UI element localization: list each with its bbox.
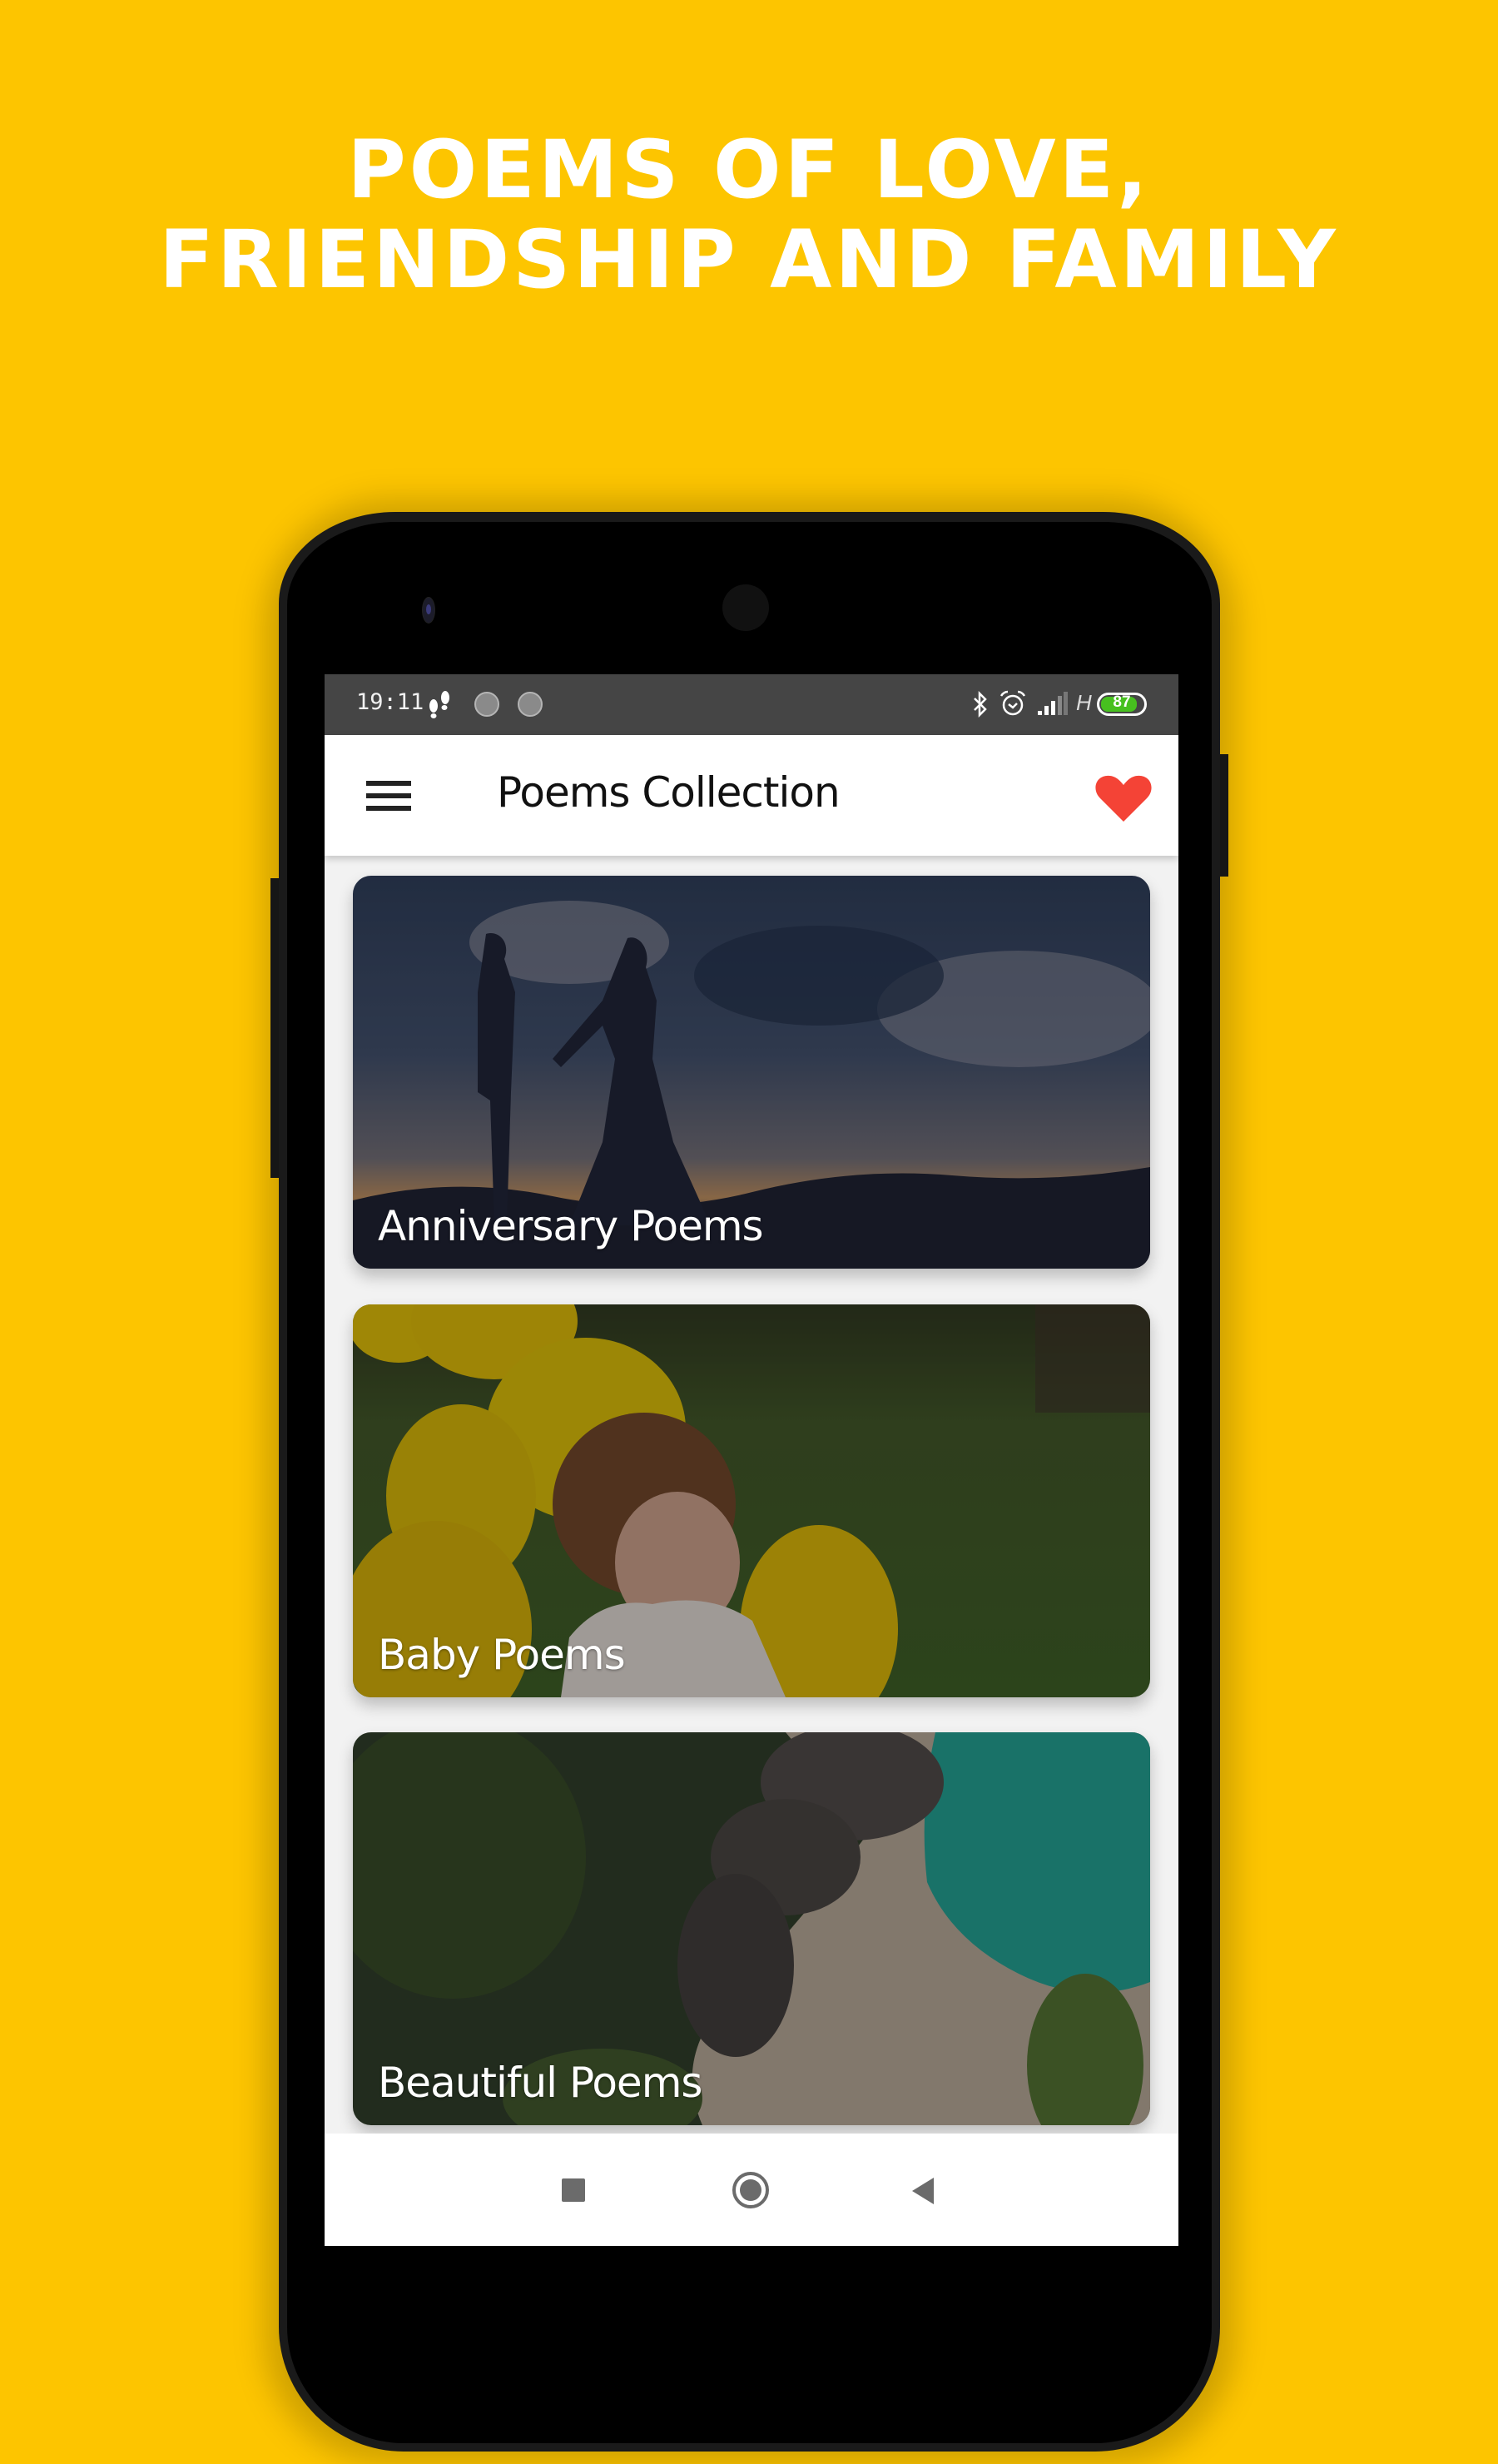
alarm-icon [999,690,1026,716]
category-label: Anniversary Poems [378,1202,764,1250]
battery-icon: 87 [1097,693,1147,716]
home-circle-icon[interactable] [732,2172,769,2208]
status-bar: 19:11 H 87 [325,674,1178,735]
category-card-beautiful[interactable]: Beautiful Poems [353,1732,1150,2125]
promo-headline: POEMS OF LOVE, FRIENDSHIP AND FAMILY [0,125,1498,305]
signal-icon [1038,692,1068,715]
hamburger-menu-icon [366,806,411,811]
recents-square-icon[interactable] [562,2178,585,2202]
headline-line-2: FRIENDSHIP AND FAMILY [159,213,1339,306]
category-card-baby[interactable]: Baby Poems [353,1304,1150,1697]
bluetooth-icon [974,691,987,718]
back-triangle-icon[interactable] [912,2178,934,2204]
android-nav-bar [325,2134,1178,2246]
favorites-button[interactable] [1094,773,1153,823]
app-title: Poems Collection [497,768,841,817]
earpiece-speaker [722,584,769,631]
heart-icon [1095,775,1152,822]
hamburger-menu-icon [366,781,411,786]
menu-button[interactable] [366,781,413,811]
hamburger-menu-icon [366,793,411,798]
headline-line-1: POEMS OF LOVE, [347,123,1151,216]
network-type: H [1076,690,1092,715]
phone-screen: 19:11 H 87 Poems Collection Anniversary … [325,674,1178,2246]
app-bar: Poems Collection [325,735,1178,856]
status-time: 19:11 [356,689,424,715]
notification-circle-icon [474,692,499,717]
notification-circle-icon [518,692,543,717]
battery-percent: 87 [1113,693,1131,711]
category-card-anniversary[interactable]: Anniversary Poems [353,876,1150,1269]
category-label: Beautiful Poems [378,2059,702,2107]
category-label: Baby Poems [378,1631,626,1679]
footsteps-icon [429,691,449,718]
category-list: Anniversary Poems Baby Poems Beautiful P… [325,856,1178,2134]
front-camera-icon [422,597,435,623]
